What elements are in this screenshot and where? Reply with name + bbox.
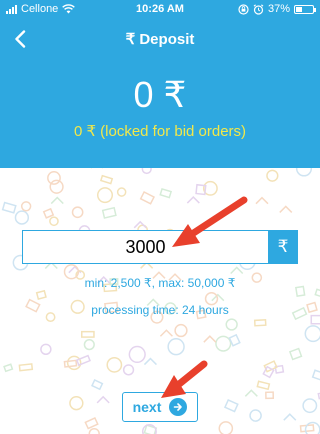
- pattern-doodle: [84, 416, 99, 430]
- pattern-doodle: [311, 369, 320, 382]
- pattern-doodle: [101, 206, 117, 219]
- next-button[interactable]: next: [122, 392, 198, 422]
- pattern-doodle: [96, 187, 114, 204]
- pattern-doodle: [159, 329, 173, 337]
- pattern-doodle: [304, 325, 320, 343]
- pattern-doodle: [230, 266, 244, 275]
- pattern-doodle: [42, 207, 55, 219]
- locked-balance-text: 0 ₹ (locked for bid orders): [73, 123, 247, 140]
- pattern-doodle: [218, 421, 234, 434]
- pattern-doodle: [128, 345, 146, 364]
- pattern-doodle: [174, 323, 188, 338]
- pattern-doodle: [40, 343, 52, 356]
- amount-input[interactable]: [22, 230, 268, 264]
- pattern-doodle: [225, 318, 238, 331]
- pattern-doodle: [96, 395, 110, 404]
- pattern-doodle: [14, 210, 30, 225]
- pattern-doodle: [244, 389, 258, 397]
- next-label: next: [132, 399, 162, 415]
- status-bar: Cellone 10:26 AM 37%: [0, 0, 320, 20]
- pattern-doodle: [223, 398, 239, 413]
- balance-amount: 0 ₹: [133, 74, 187, 115]
- pattern-doodle: [203, 335, 217, 343]
- page-title: ₹ Deposit: [125, 31, 195, 48]
- amount-input-row: ₹: [22, 230, 298, 264]
- pattern-doodle: [88, 427, 100, 434]
- pattern-doodle: [35, 289, 47, 300]
- pattern-doodle: [1, 201, 17, 214]
- pattern-doodle: [47, 171, 61, 185]
- arrow-right-circle-icon: [169, 398, 188, 416]
- pattern-doodle: [295, 168, 313, 177]
- pattern-doodle: [159, 187, 173, 199]
- pattern-doodle: [83, 339, 95, 351]
- pattern-doodle: [283, 413, 297, 421]
- pattern-doodle: [66, 355, 82, 371]
- pattern-doodle: [3, 363, 14, 373]
- pattern-doodle: [71, 206, 84, 219]
- pattern-doodle: [63, 359, 78, 368]
- pattern-doodle: [18, 363, 34, 372]
- pattern-doodle: [81, 330, 95, 338]
- alarm-icon: [253, 3, 264, 15]
- pattern-doodle: [99, 174, 114, 185]
- currency-addon: ₹: [268, 230, 298, 264]
- pattern-doodle: [266, 169, 279, 182]
- pattern-doodle: [256, 380, 271, 391]
- pattern-doodle: [106, 356, 123, 373]
- pattern-doodle: [50, 196, 64, 205]
- pattern-doodle: [314, 288, 320, 299]
- pattern-doodle: [143, 357, 157, 366]
- orientation-lock-icon: [238, 3, 249, 15]
- processing-time-text: processing time: 24 hours: [91, 303, 229, 317]
- pattern-doodle: [141, 168, 152, 175]
- nav-bar: ₹ Deposit: [0, 20, 320, 58]
- pattern-doodle: [122, 364, 135, 376]
- pattern-doodle: [253, 319, 267, 327]
- pattern-doodle: [116, 187, 127, 197]
- pattern-doodle: [279, 205, 293, 213]
- pattern-doodle: [49, 179, 64, 194]
- battery-percent: 37%: [267, 3, 290, 15]
- battery-icon: [294, 4, 316, 14]
- battery-level-fill: [296, 6, 302, 12]
- status-right: 37%: [238, 3, 316, 15]
- pattern-doodle: [139, 190, 156, 205]
- pattern-doodle: [20, 201, 32, 212]
- pattern-doodle: [288, 347, 303, 361]
- deposit-limits-text: min: 2,500 ₹, max: 50,000 ₹: [84, 276, 236, 290]
- pattern-doodle: [69, 396, 84, 411]
- balance-panel: 0 ₹ 0 ₹ (locked for bid orders): [0, 58, 320, 168]
- pattern-doodle: [133, 220, 147, 229]
- pattern-doodle: [75, 354, 91, 367]
- pattern-doodle: [186, 196, 200, 204]
- pattern-doodle: [91, 379, 104, 391]
- pattern-doodle: [255, 196, 269, 205]
- pattern-doodle: [215, 335, 232, 352]
- pattern-doodle: [49, 216, 59, 227]
- pattern-doodle: [265, 391, 275, 400]
- pattern-doodle: [302, 398, 318, 414]
- pattern-doodle: [167, 338, 185, 356]
- pattern-doodle: [249, 409, 262, 422]
- currency-symbol: ₹: [277, 237, 289, 256]
